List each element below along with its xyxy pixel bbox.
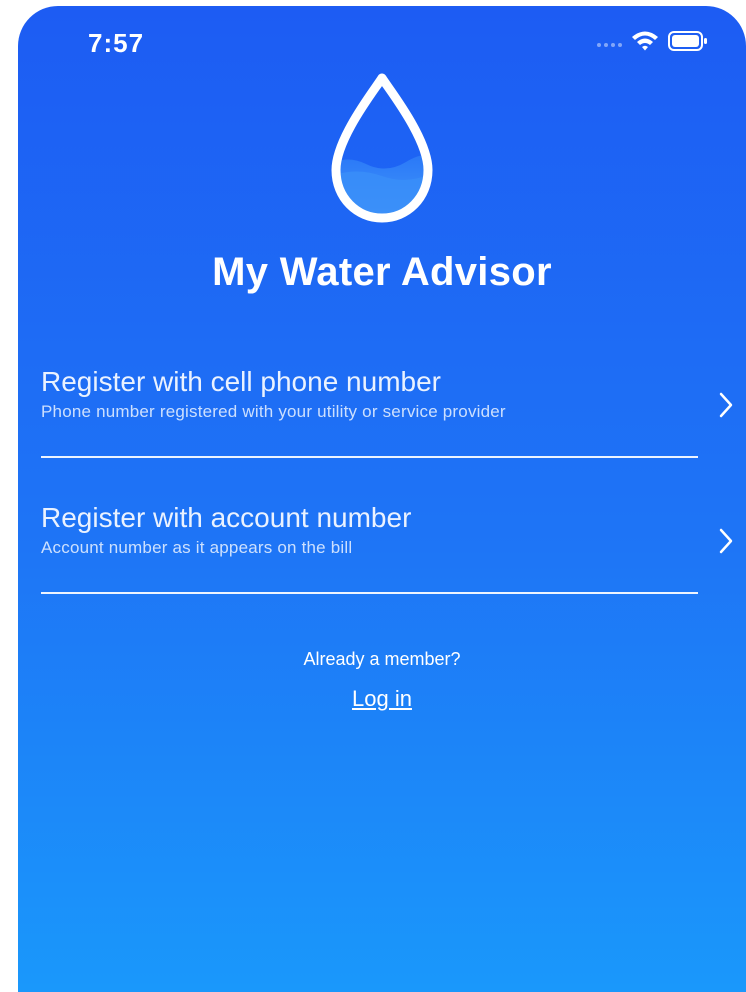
battery-icon	[668, 31, 707, 51]
login-link[interactable]: Log in	[352, 686, 412, 711]
register-account-title: Register with account number	[41, 502, 412, 533]
chevron-right-icon[interactable]	[718, 391, 734, 419]
login-link-row: Log in	[18, 686, 746, 712]
register-phone-option[interactable]: Register with cell phone number Phone nu…	[41, 366, 698, 458]
already-member-text: Already a member?	[303, 649, 461, 669]
app-title: My Water Advisor	[212, 250, 552, 294]
signal-dots-icon	[597, 43, 622, 47]
status-time: 7:57	[88, 28, 145, 58]
app-screen: 7:57 My Water Advisor Register with cell…	[18, 6, 746, 992]
chevron-right-icon[interactable]	[718, 527, 734, 555]
water-drop-icon	[331, 73, 433, 223]
register-phone-subtitle: Phone number registered with your utilit…	[41, 402, 506, 421]
wifi-icon	[632, 31, 658, 51]
register-account-subtitle: Account number as it appears on the bill	[41, 538, 353, 557]
register-phone-title: Register with cell phone number	[41, 366, 441, 397]
register-account-option[interactable]: Register with account number Account num…	[41, 502, 698, 594]
